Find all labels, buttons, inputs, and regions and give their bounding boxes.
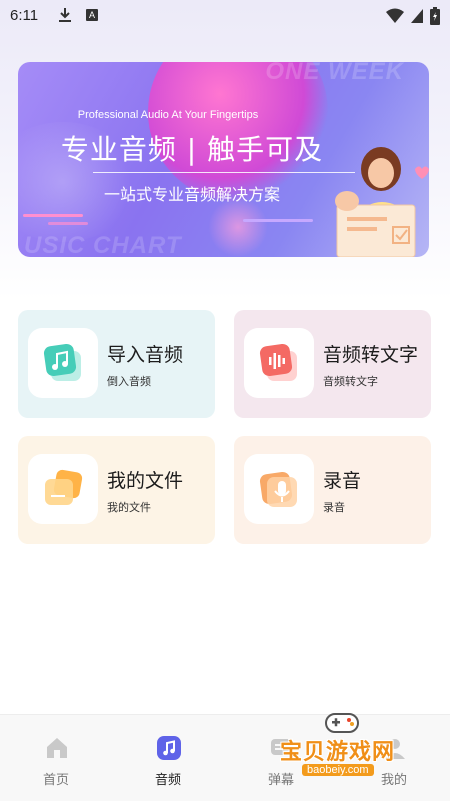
tab-label: 首页 (42, 773, 69, 788)
music-note-icon (43, 343, 81, 381)
recording-card[interactable]: 录音 录音 (234, 436, 431, 544)
download-icon (59, 8, 71, 22)
card-icon-box (244, 454, 314, 524)
wifi-icon (386, 8, 404, 23)
banner-bg-text-bottom: USIC CHART (24, 232, 182, 257)
tab-label: 音频 (154, 773, 181, 788)
import-audio-card[interactable]: 导入音频 倒入音频 (18, 310, 215, 418)
card-icon-box (244, 328, 314, 398)
card-subtitle: 录音 (323, 501, 345, 514)
banner-stripe (243, 219, 313, 222)
folder-icon (45, 469, 83, 505)
waveform-icon (259, 343, 297, 381)
card-subtitle: 音频转文字 (323, 375, 378, 388)
banner-stripe (48, 222, 88, 225)
banner-divider (93, 172, 355, 173)
status-bar: 6:11 A (0, 0, 450, 32)
banner-title: 专业音频 | 触手可及 (60, 133, 324, 166)
banner-subtitle: Professional Audio At Your Fingertips (77, 109, 259, 121)
banner-bg-text-top: ONE WEEK (265, 62, 404, 85)
audio-icon (157, 736, 181, 760)
person-illustration-icon (335, 147, 429, 257)
tab-home[interactable]: 首页 (0, 715, 112, 801)
card-subtitle: 我的文件 (107, 501, 151, 514)
tab-audio[interactable]: 音频 (112, 715, 224, 801)
battery-icon (430, 7, 440, 25)
site-watermark: 宝贝游戏网 baobeiy.com (280, 706, 445, 786)
gamepad-icon (325, 713, 359, 733)
home-icon (47, 738, 67, 758)
card-title: 我的文件 (107, 470, 184, 492)
banner-glow-small (208, 197, 268, 257)
watermark-url: baobeiy.com (302, 764, 374, 776)
status-right (386, 7, 440, 25)
audio-to-text-card[interactable]: 音频转文字 音频转文字 (234, 310, 431, 418)
watermark-text: 宝贝游戏网 (280, 740, 396, 765)
card-icon-box (28, 328, 98, 398)
card-title: 导入音频 (107, 344, 184, 366)
card-subtitle: 倒入音频 (107, 375, 151, 388)
signal-icon (411, 9, 423, 23)
a-badge-icon: A (86, 9, 98, 21)
promo-banner[interactable]: ONE WEEK USIC CHART Professional Audio A… (18, 62, 429, 257)
card-title: 录音 (323, 470, 362, 492)
my-files-card[interactable]: 我的文件 我的文件 (18, 436, 215, 544)
banner-tagline: 一站式专业音频解决方案 (103, 185, 280, 204)
status-time: 6:11 (10, 7, 39, 24)
card-icon-box (28, 454, 98, 524)
microphone-icon (259, 471, 297, 507)
card-title: 音频转文字 (323, 344, 419, 366)
banner-stripe (23, 214, 83, 217)
